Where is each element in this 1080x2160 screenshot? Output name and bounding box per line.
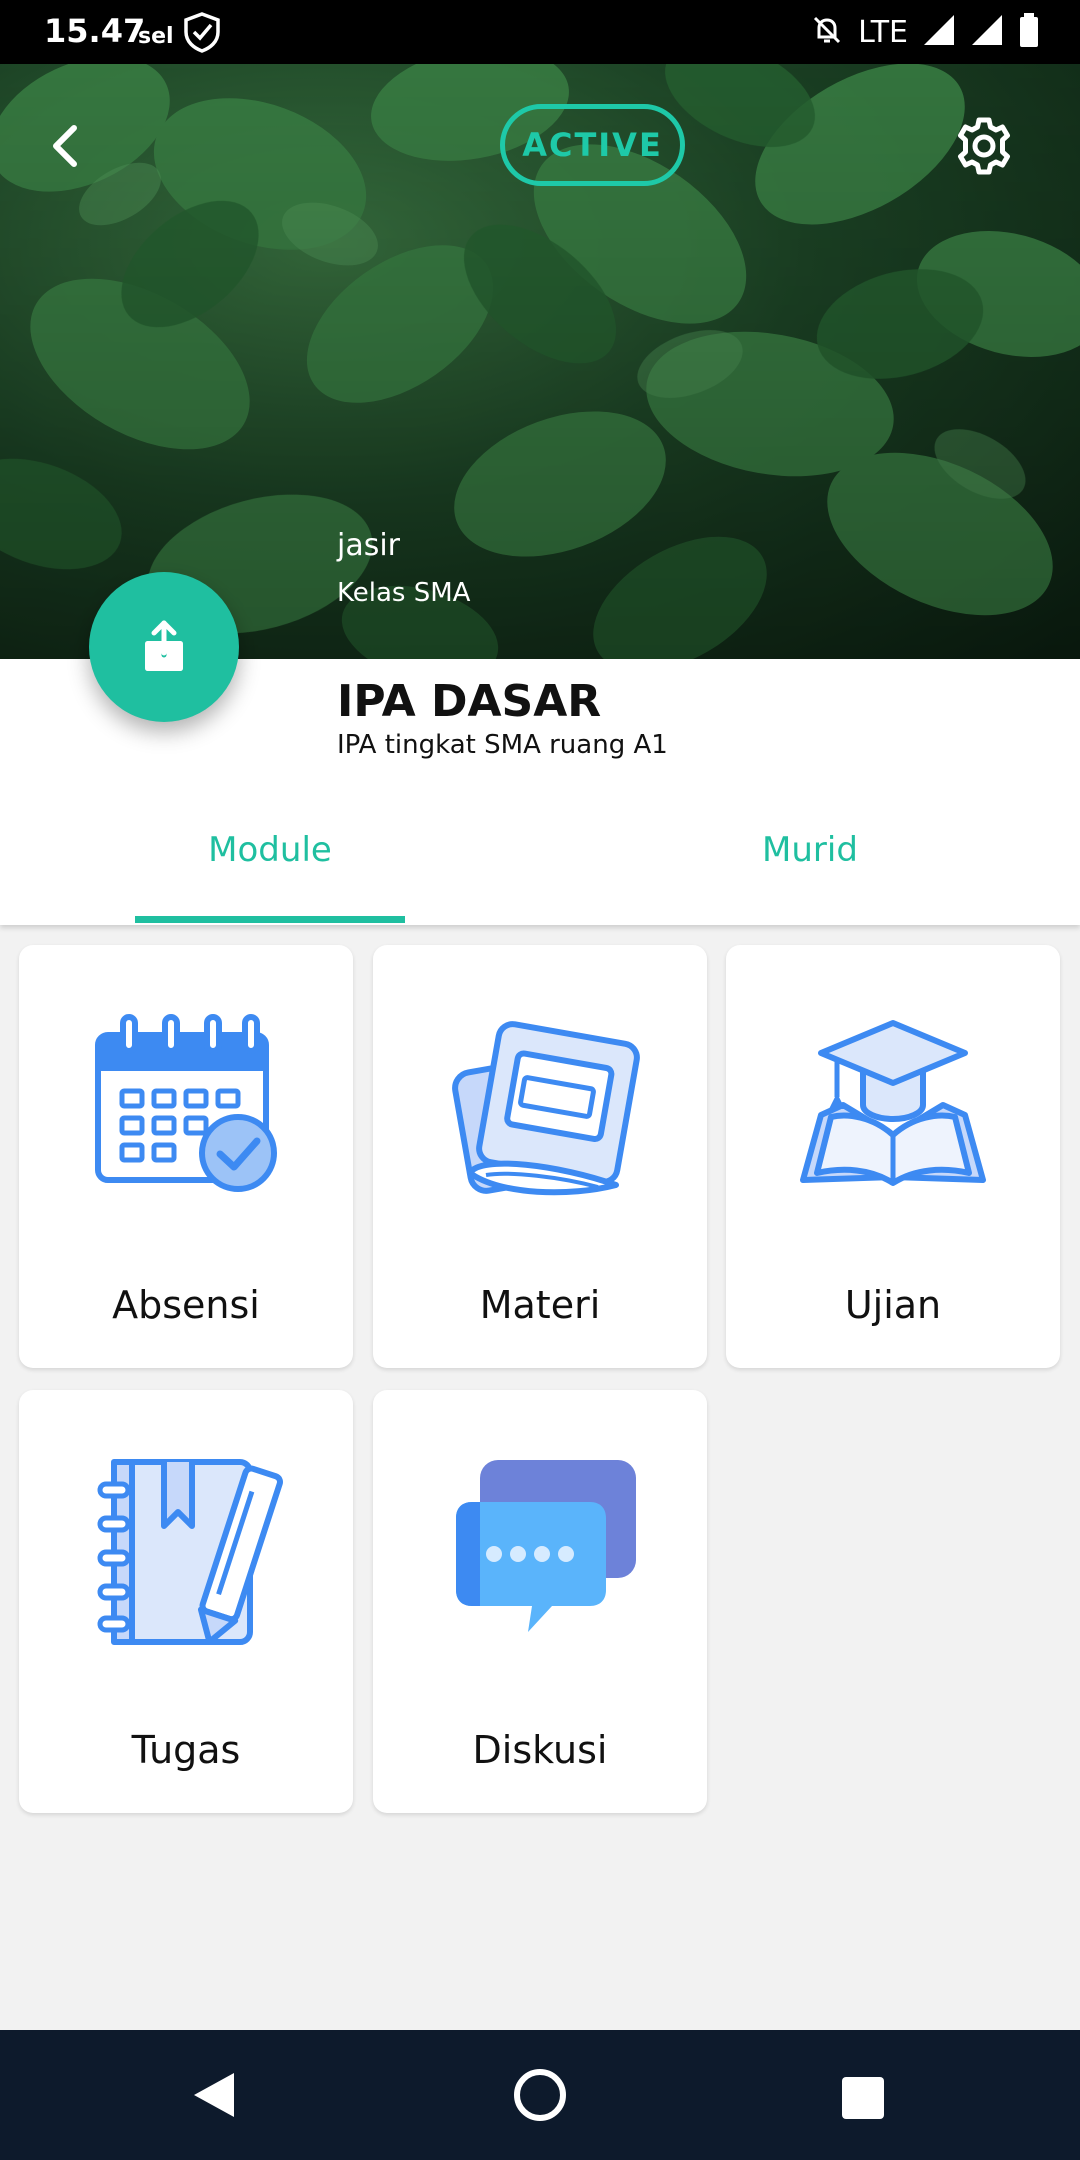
calendar-check-icon [95,1014,277,1192]
tab-murid[interactable]: Murid [540,830,1080,870]
shield-check-icon [180,10,224,58]
class-description: IPA tingkat SMA ruang A1 [337,730,668,760]
books-icon [452,1021,640,1196]
share-upload-icon [145,620,183,671]
battery-icon [1018,12,1040,52]
tab-module[interactable]: Module [0,830,540,870]
settings-button[interactable] [952,114,1016,178]
class-owner: jasir [337,528,401,563]
class-title: IPA DASAR [337,676,602,727]
class-level: Kelas SMA [337,578,471,608]
nav-recents-icon[interactable] [840,2075,886,2121]
bell-off-icon [810,13,844,51]
module-card-diskusi[interactable]: Diskusi [373,1390,707,1813]
status-day: sel [138,24,174,49]
class-cover-image: ACTIVE jasir Kelas SMA [0,64,1080,659]
notebook-pencil-icon [97,1459,283,1645]
status-bar: 15.47 sel LTE [0,0,1080,64]
status-time: 15.47 [44,12,146,50]
module-label: Ujian [844,1283,942,1327]
gear-icon [958,117,1010,175]
signal-icon [922,13,956,51]
module-label: Tugas [131,1728,241,1772]
tab-indicator [135,916,405,923]
nav-back-icon[interactable] [190,2070,240,2120]
graduation-book-icon [800,1020,986,1186]
system-nav-bar [0,2030,1080,2160]
back-button[interactable] [40,116,90,176]
status-badge: ACTIVE [500,104,685,186]
module-card-ujian[interactable]: Ujian [726,945,1060,1368]
module-card-tugas[interactable]: Tugas [19,1390,353,1813]
module-label: Materi [479,1283,601,1327]
chat-bubbles-icon [456,1460,636,1632]
chevron-left-icon [53,125,77,167]
signal-icon [970,13,1004,51]
network-type: LTE [858,14,908,50]
nav-home-icon[interactable] [510,2065,570,2125]
module-card-absensi[interactable]: Absensi [19,945,353,1368]
module-label: Absensi [112,1283,260,1327]
module-card-materi[interactable]: Materi [373,945,707,1368]
share-button[interactable] [89,572,239,722]
module-label: Diskusi [472,1728,608,1772]
